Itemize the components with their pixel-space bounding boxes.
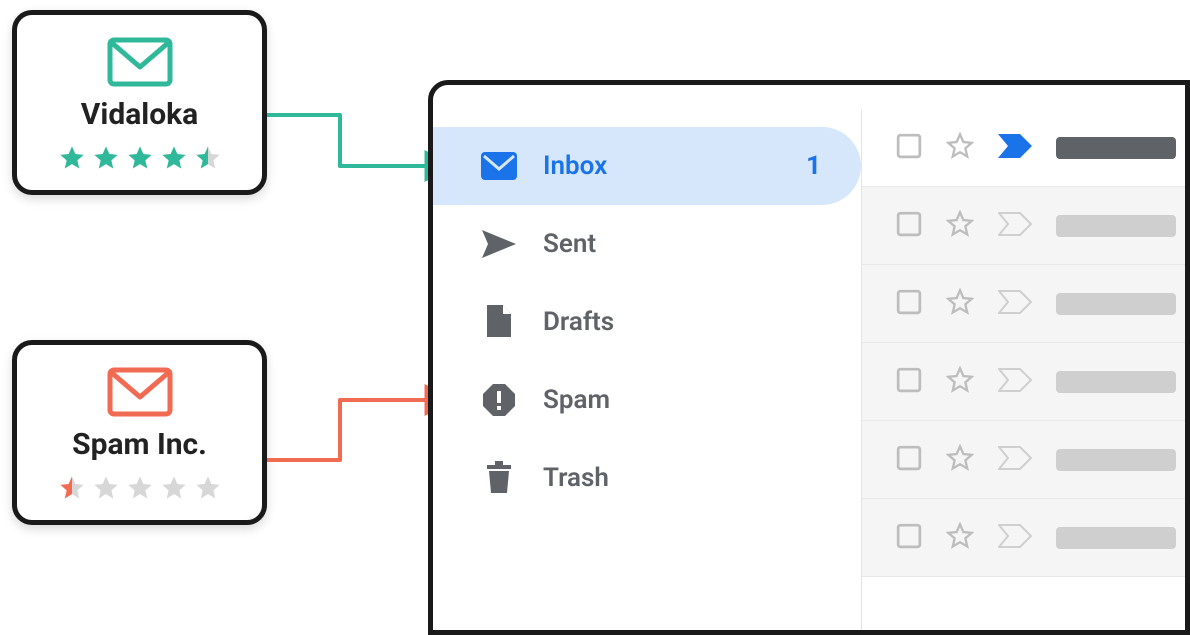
message-row[interactable] [862,421,1185,499]
drafts-icon [481,305,517,339]
star-icon [92,144,120,172]
sender-name: Vidaloka [27,97,252,132]
rating-stars [27,144,252,172]
message-preview-bar [1056,293,1176,315]
message-preview-bar [1056,371,1176,393]
checkbox-icon[interactable] [896,133,922,159]
message-row[interactable] [862,499,1185,577]
sidebar-item-label: Inbox [543,151,607,181]
sidebar-item-inbox[interactable]: Inbox 1 [433,127,861,205]
sender-name: Spam Inc. [27,427,252,462]
star-icon [126,474,154,502]
checkbox-icon[interactable] [896,211,922,237]
message-row[interactable] [862,109,1185,187]
spam-icon [481,384,517,416]
message-preview-bar [1056,527,1176,549]
star-icon [92,474,120,502]
star-icon [58,144,86,172]
star-icon [160,474,188,502]
message-row[interactable] [862,343,1185,421]
arrow-to-inbox [267,115,450,166]
sidebar-item-label: Drafts [543,307,614,337]
inbox-count: 1 [806,151,821,181]
important-icon[interactable] [998,368,1032,392]
sidebar-item-spam[interactable]: Spam [433,361,861,439]
message-preview-bar [1056,215,1176,237]
message-row[interactable] [862,265,1185,343]
checkbox-icon[interactable] [896,367,922,393]
message-preview-bar [1056,137,1176,159]
sidebar-item-label: Spam [543,385,610,415]
star-icon[interactable] [946,132,974,160]
star-icon [126,144,154,172]
envelope-icon [27,37,252,87]
trash-icon [481,461,517,495]
important-icon[interactable] [998,446,1032,470]
message-preview-bar [1056,449,1176,471]
checkbox-icon[interactable] [896,289,922,315]
sidebar-item-label: Sent [543,229,596,259]
star-icon[interactable] [946,522,974,550]
sent-icon [481,230,517,258]
important-icon[interactable] [998,134,1032,158]
sidebar-item-label: Trash [543,463,609,493]
rating-stars [27,474,252,502]
checkbox-icon[interactable] [896,445,922,471]
sender-card-bad: Spam Inc. [12,340,267,525]
envelope-icon [27,367,252,417]
sidebar-item-sent[interactable]: Sent [433,205,861,283]
star-icon [194,474,222,502]
sender-card-good: Vidaloka [12,10,267,195]
email-client: Inbox 1 Sent Drafts Spam [428,80,1190,635]
sidebar-item-trash[interactable]: Trash [433,439,861,517]
important-icon[interactable] [998,290,1032,314]
star-icon [58,474,86,502]
sidebar: Inbox 1 Sent Drafts Spam [433,127,861,630]
important-icon[interactable] [998,212,1032,236]
star-icon[interactable] [946,288,974,316]
star-icon[interactable] [946,210,974,238]
star-icon[interactable] [946,444,974,472]
arrow-to-spam [267,400,450,460]
star-icon [160,144,188,172]
important-icon[interactable] [998,524,1032,548]
star-icon[interactable] [946,366,974,394]
inbox-icon [481,152,517,180]
message-list [861,109,1185,630]
message-row[interactable] [862,187,1185,265]
star-icon [194,144,222,172]
checkbox-icon[interactable] [896,523,922,549]
sidebar-item-drafts[interactable]: Drafts [433,283,861,361]
